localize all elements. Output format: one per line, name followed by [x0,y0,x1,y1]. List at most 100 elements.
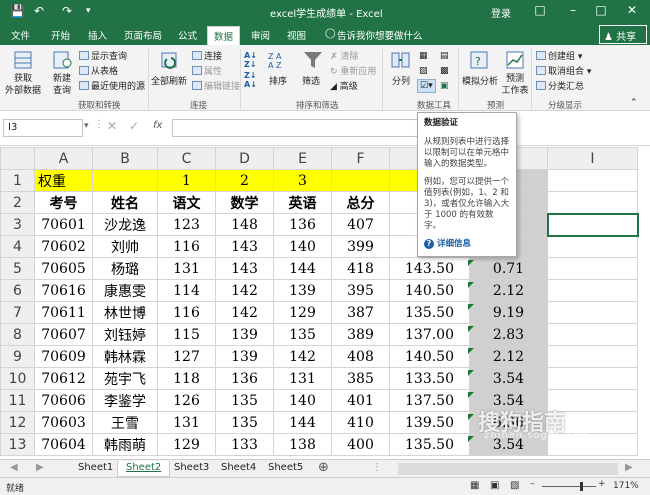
ribbon-display-icon[interactable]: □ [530,3,550,17]
undo-icon[interactable]: ↶ [34,4,44,18]
namebox-dropdown-icon[interactable]: ▾ [84,121,89,131]
cell[interactable]: 389 [331,323,390,346]
cell[interactable]: 129 [273,301,332,324]
ungroup-button[interactable]: 取消组合 ▾ [536,66,591,78]
more-info-link[interactable]: ? 详细信息 [424,239,510,250]
cell[interactable]: 刘帅 [92,235,158,258]
advanced-button[interactable]: ◢ 高级 [330,81,358,93]
cell[interactable]: 126 [157,389,216,412]
row-header[interactable]: 8 [0,323,35,346]
cell[interactable]: 115 [157,323,216,346]
row-header[interactable]: 6 [0,279,35,302]
cell[interactable]: 408 [331,345,390,368]
cell[interactable]: 韩林霖 [92,345,158,368]
cell[interactable]: 131 [157,257,216,280]
refresh-all-button[interactable]: 全部刷新 [151,76,187,88]
column-header-e[interactable]: E [273,147,332,170]
row-header[interactable]: 9 [0,345,35,368]
cell[interactable]: 127 [157,345,216,368]
cell[interactable]: 3.54 [469,367,548,390]
cell[interactable]: 70606 [34,389,93,412]
cell[interactable]: 韩雨萌 [92,433,158,456]
cell[interactable]: 70603 [34,411,93,434]
scroll-left-icon[interactable]: ◀ [10,462,18,473]
sort-za-icon[interactable]: Z↓ A↓ [244,71,257,89]
cell[interactable]: 2.12 [469,279,548,302]
insert-function-icon[interactable]: fx [153,120,162,131]
error-indicator-icon[interactable] [468,260,474,266]
cell[interactable]: 142 [215,279,274,302]
cell[interactable]: 考号 [34,191,93,214]
cell[interactable]: 407 [331,213,390,236]
clear-button[interactable]: ✗ 清除 [330,51,358,63]
save-icon[interactable]: 💾 [10,4,25,18]
cell[interactable]: 权重 [34,169,93,192]
cell[interactable]: 387 [331,301,390,324]
cell[interactable]: 144 [273,257,332,280]
cell[interactable]: 142 [215,301,274,324]
sort-az-icon[interactable]: A↓ Z↓ [244,51,257,69]
row-header[interactable]: 2 [0,191,35,214]
cell[interactable]: 135.50 [389,433,470,456]
cell[interactable]: 136 [273,213,332,236]
cell[interactable]: 数学 [215,191,274,214]
relationships-icon[interactable]: ▩ [440,65,449,77]
consolidate-icon[interactable]: ▤ [440,50,449,62]
cancel-icon[interactable]: ✕ [107,119,117,133]
cell[interactable]: 129 [157,433,216,456]
error-indicator-icon[interactable] [468,414,474,420]
row-header[interactable]: 7 [0,301,35,324]
redo-icon[interactable]: ↷ [62,4,72,18]
cell[interactable]: 2 [215,169,274,192]
cell[interactable]: 70602 [34,235,93,258]
reapply-button[interactable]: ↻ 重新应用 [330,66,376,78]
cell[interactable]: 林世博 [92,301,158,324]
row-header[interactable]: 3 [0,213,35,236]
cell[interactable]: 385 [331,367,390,390]
sheet-tab-sheet4[interactable]: Sheet4 [213,461,264,477]
column-header-d[interactable]: D [215,147,274,170]
cell[interactable]: 137.00 [389,323,470,346]
cell[interactable]: 116 [157,301,216,324]
tab-home[interactable]: 开始 [51,28,70,42]
cell[interactable]: 总分 [331,191,390,214]
tab-review[interactable]: 审阅 [251,28,270,42]
close-icon[interactable]: ✕ [622,3,642,17]
new-query-button[interactable]: 新建 查询 [48,73,76,97]
column-header-b[interactable]: B [92,147,158,170]
connections-button[interactable]: 连接 [192,51,222,63]
remove-duplicates-icon[interactable]: ▧ [419,65,428,77]
cell[interactable]: 116 [157,235,216,258]
options-icon[interactable]: ⋮ [372,462,382,473]
cell[interactable]: 140.50 [389,345,470,368]
error-indicator-icon[interactable] [468,370,474,376]
cell[interactable]: 李鉴学 [92,389,158,412]
cell[interactable]: 131 [273,367,332,390]
cell[interactable]: 399 [331,235,390,258]
cell[interactable]: 70605 [34,257,93,280]
cell[interactable]: 2.12 [469,345,548,368]
share-button[interactable]: ♟ 共享 [599,25,647,44]
cell[interactable]: 70611 [34,301,93,324]
sheet-tab-sheet2[interactable]: Sheet2 [117,461,171,477]
cell[interactable]: 康惠雯 [92,279,158,302]
forecast-sheet-button[interactable]: 预测 工作表 [501,73,529,97]
cell[interactable]: 114 [157,279,216,302]
cell[interactable]: 9.19 [469,301,548,324]
cell[interactable]: 123 [157,213,216,236]
tab-insert[interactable]: 插入 [88,28,107,42]
cell[interactable]: 139 [215,345,274,368]
row-header[interactable]: 4 [0,235,35,258]
tab-file[interactable]: 文件 [11,28,30,42]
page-break-view-icon[interactable]: ▧ [510,480,519,491]
manage-data-model-icon[interactable]: ▣ [440,80,449,92]
cell[interactable]: 杨璐 [92,257,158,280]
cell[interactable]: 刘钰婷 [92,323,158,346]
login-link[interactable]: 登录 [491,5,511,20]
error-indicator-icon[interactable] [468,326,474,332]
maximize-icon[interactable]: □ [591,3,611,17]
tab-view[interactable]: 视图 [287,28,306,42]
tab-data[interactable]: 数据 [207,26,241,45]
cell[interactable]: 语文 [157,191,216,214]
cell[interactable]: 70604 [34,433,93,456]
